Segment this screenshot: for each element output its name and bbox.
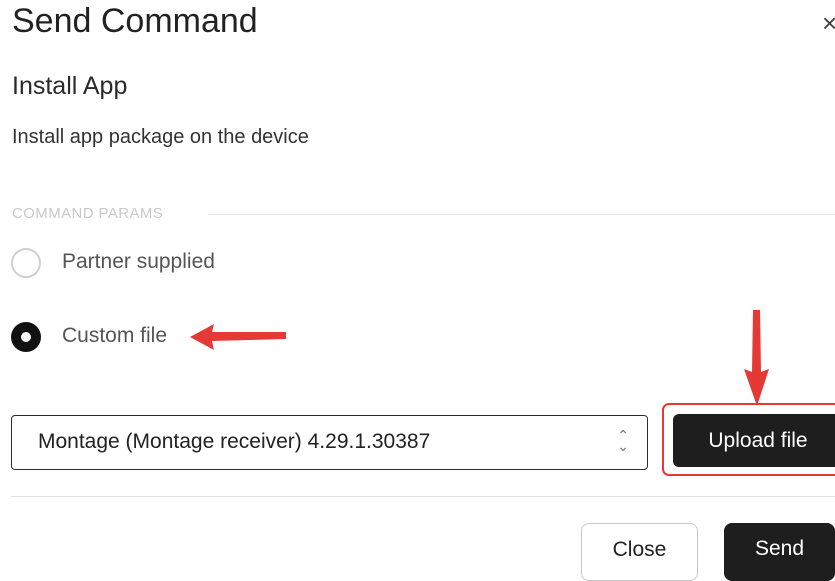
close-icon[interactable]: × xyxy=(822,8,835,38)
close-button[interactable]: Close xyxy=(581,523,698,581)
footer-divider xyxy=(11,496,835,497)
command-name: Install App xyxy=(12,72,128,100)
section-label: COMMAND PARAMS xyxy=(12,205,164,222)
send-button[interactable]: Send xyxy=(724,523,835,581)
file-select[interactable]: Montage (Montage receiver) 4.29.1.30387 … xyxy=(11,415,648,470)
arrow-down-icon xyxy=(744,310,769,406)
custom-file-radio[interactable] xyxy=(11,322,41,352)
command-description: Install app package on the device xyxy=(12,126,309,148)
chevron-updown-icon: ⌃ ⌄ xyxy=(617,427,629,454)
upload-file-button[interactable]: Upload file xyxy=(673,414,835,467)
custom-file-label[interactable]: Custom file xyxy=(62,324,167,348)
arrow-left-icon xyxy=(190,324,286,350)
partner-supplied-label[interactable]: Partner supplied xyxy=(62,250,215,274)
dialog-title: Send Command xyxy=(12,2,258,40)
file-select-value: Montage (Montage receiver) 4.29.1.30387 xyxy=(38,430,431,453)
section-divider xyxy=(208,214,835,215)
partner-supplied-radio[interactable] xyxy=(11,248,41,278)
